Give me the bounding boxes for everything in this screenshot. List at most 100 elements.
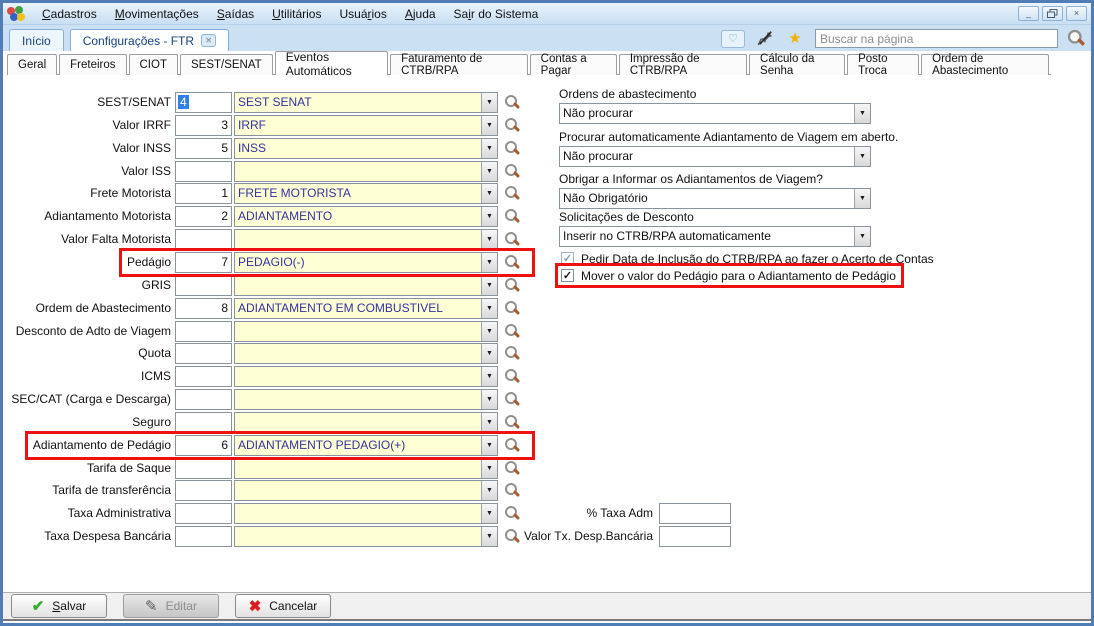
subtab-ordem-de-abastecimento[interactable]: Ordem de Abastecimento [921,54,1049,75]
valor-falta-motorista-combo[interactable]: ▼ [234,229,498,250]
adiantamento-motorista-combo[interactable]: ADIANTAMENTO▼ [234,206,498,227]
icms-combo[interactable]: ▼ [234,366,498,387]
pin-disabled-icon[interactable] [755,30,775,48]
tarifa-de-saque-combo[interactable]: ▼ [234,458,498,479]
valor-irrf-lookup-icon[interactable] [504,117,521,134]
sest-senat-lookup-icon[interactable] [504,94,521,111]
subtab-sest-senat[interactable]: SEST/SENAT [180,54,273,75]
star-icon[interactable]: ★ [785,30,805,48]
quota-combo[interactable]: ▼ [234,343,498,364]
taxa-despesa-bancaria-code-input[interactable] [175,526,232,547]
close-button[interactable]: × [1066,6,1087,21]
valor-irrf-combo[interactable]: IRRF▼ [234,115,498,136]
ordem-de-abastecimento-code-input[interactable]: 8 [175,298,232,319]
menu-item-ajuda[interactable]: Ajuda [396,4,445,24]
chevron-down-icon[interactable]: ▼ [854,189,870,208]
editar-button[interactable]: ✎Editar [123,594,219,618]
chevron-down-icon[interactable]: ▼ [481,367,497,386]
chevron-down-icon[interactable]: ▼ [481,390,497,409]
tab-configuracoes-ftr[interactable]: Configurações - FTR✕ [70,29,229,51]
ordem-de-abastecimento-combo[interactable]: ADIANTAMENTO EM COMBUSTIVEL▼ [234,298,498,319]
chevron-down-icon[interactable]: ▼ [854,227,870,246]
frete-motorista-lookup-icon[interactable] [504,185,521,202]
sec-cat-carga-e-descarga-code-input[interactable] [175,389,232,410]
tarifa-de-saque-lookup-icon[interactable] [504,460,521,477]
chevron-down-icon[interactable]: ▼ [481,413,497,432]
subtab-freteiros[interactable]: Freteiros [59,54,126,75]
desconto-de-adto-de-viagem-lookup-icon[interactable] [504,323,521,340]
subtab-eventos-automaticos[interactable]: Eventos Automáticos [275,51,388,75]
menu-item-sair-do-sistema[interactable]: Sair do Sistema [445,4,548,24]
chevron-down-icon[interactable]: ▼ [481,436,497,455]
close-tab-icon[interactable]: ✕ [201,34,216,47]
chevron-down-icon[interactable]: ▼ [481,93,497,112]
restore-button[interactable] [1042,6,1063,21]
quota-code-input[interactable] [175,343,232,364]
tarifa-de-transferencia-lookup-icon[interactable] [504,482,521,499]
taxa-administrativa-combo[interactable]: ▼ [234,503,498,524]
solicitacoes-de-desconto-combo[interactable]: Inserir no CTRB/RPA automaticamente▼ [559,226,871,247]
adiantamento-de-pedagio-code-input[interactable]: 6 [175,435,232,456]
procurar-automaticamente-adian-combo[interactable]: Não procurar▼ [559,146,871,167]
valor-inss-lookup-icon[interactable] [504,140,521,157]
chevron-down-icon[interactable]: ▼ [481,276,497,295]
subtab-faturamento-de-ctrb-rpa[interactable]: Faturamento de CTRB/RPA [390,54,528,75]
ordem-de-abastecimento-lookup-icon[interactable] [504,300,521,317]
valor-iss-lookup-icon[interactable] [504,163,521,180]
adiantamento-de-pedagio-combo[interactable]: ADIANTAMENTO PEDAGIO(+)▼ [234,435,498,456]
valor-inss-code-input[interactable]: 5 [175,138,232,159]
frete-motorista-combo[interactable]: FRETE MOTORISTA▼ [234,183,498,204]
gris-lookup-icon[interactable] [504,277,521,294]
gris-code-input[interactable] [175,275,232,296]
valor-irrf-code-input[interactable]: 3 [175,115,232,136]
salvar-button[interactable]: ✔Salvar [11,594,107,618]
subtab-posto-troca[interactable]: Posto Troca [847,54,919,75]
subtab-impressao-de-ctrb-rpa[interactable]: Impressão de CTRB/RPA [619,54,747,75]
heart-icon[interactable]: ♡ [721,30,745,48]
icms-lookup-icon[interactable] [504,368,521,385]
seguro-code-input[interactable] [175,412,232,433]
minimize-button[interactable]: _ [1018,6,1039,21]
chevron-down-icon[interactable]: ▼ [481,162,497,181]
chevron-down-icon[interactable]: ▼ [481,207,497,226]
sec-cat-carga-e-descarga-combo[interactable]: ▼ [234,389,498,410]
chevron-down-icon[interactable]: ▼ [481,116,497,135]
checkbox[interactable]: ✓ [561,269,574,282]
chevron-down-icon[interactable]: ▼ [481,230,497,249]
ordens-de-abastecimento-combo[interactable]: Não procurar▼ [559,103,871,124]
menu-item-saidas[interactable]: Saídas [208,4,263,24]
sest-senat-code-input[interactable]: 4 [175,92,232,113]
cancelar-button[interactable]: ✖Cancelar [235,594,331,618]
subtab-calculo-da-senha[interactable]: Cálculo da Senha [749,54,845,75]
taxa-adm-input[interactable] [659,503,731,524]
taxa-despesa-bancaria-combo[interactable]: ▼ [234,526,498,547]
chevron-down-icon[interactable]: ▼ [481,139,497,158]
quota-lookup-icon[interactable] [504,345,521,362]
chevron-down-icon[interactable]: ▼ [481,459,497,478]
valor-inss-combo[interactable]: INSS▼ [234,138,498,159]
seguro-combo[interactable]: ▼ [234,412,498,433]
adiantamento-motorista-lookup-icon[interactable] [504,208,521,225]
tarifa-de-transferencia-combo[interactable]: ▼ [234,480,498,501]
sest-senat-combo[interactable]: SEST SENAT▼ [234,92,498,113]
chevron-down-icon[interactable]: ▼ [854,147,870,166]
pedagio-combo[interactable]: PEDAGIO(-)▼ [234,252,498,273]
subtab-contas-a-pagar[interactable]: Contas a Pagar [530,54,617,75]
valor-falta-motorista-code-input[interactable] [175,229,232,250]
chevron-down-icon[interactable]: ▼ [481,481,497,500]
chevron-down-icon[interactable]: ▼ [481,299,497,318]
chevron-down-icon[interactable]: ▼ [481,344,497,363]
valor-tx-desp-bancaria-input[interactable] [659,526,731,547]
pedagio-code-input[interactable]: 7 [175,252,232,273]
menu-item-movimentacoes[interactable]: Movimentações [106,4,208,24]
menu-item-utilitarios[interactable]: Utilitários [263,4,330,24]
search-input[interactable] [815,29,1058,48]
desconto-de-adto-de-viagem-combo[interactable]: ▼ [234,321,498,342]
tab-inicio[interactable]: Início [9,29,64,51]
chevron-down-icon[interactable]: ▼ [481,322,497,341]
tarifa-de-transferencia-code-input[interactable] [175,480,232,501]
desconto-de-adto-de-viagem-code-input[interactable] [175,321,232,342]
menu-item-usuarios[interactable]: Usuários [330,4,395,24]
chevron-down-icon[interactable]: ▼ [854,104,870,123]
menu-item-cadastros[interactable]: Cadastros [33,4,106,24]
